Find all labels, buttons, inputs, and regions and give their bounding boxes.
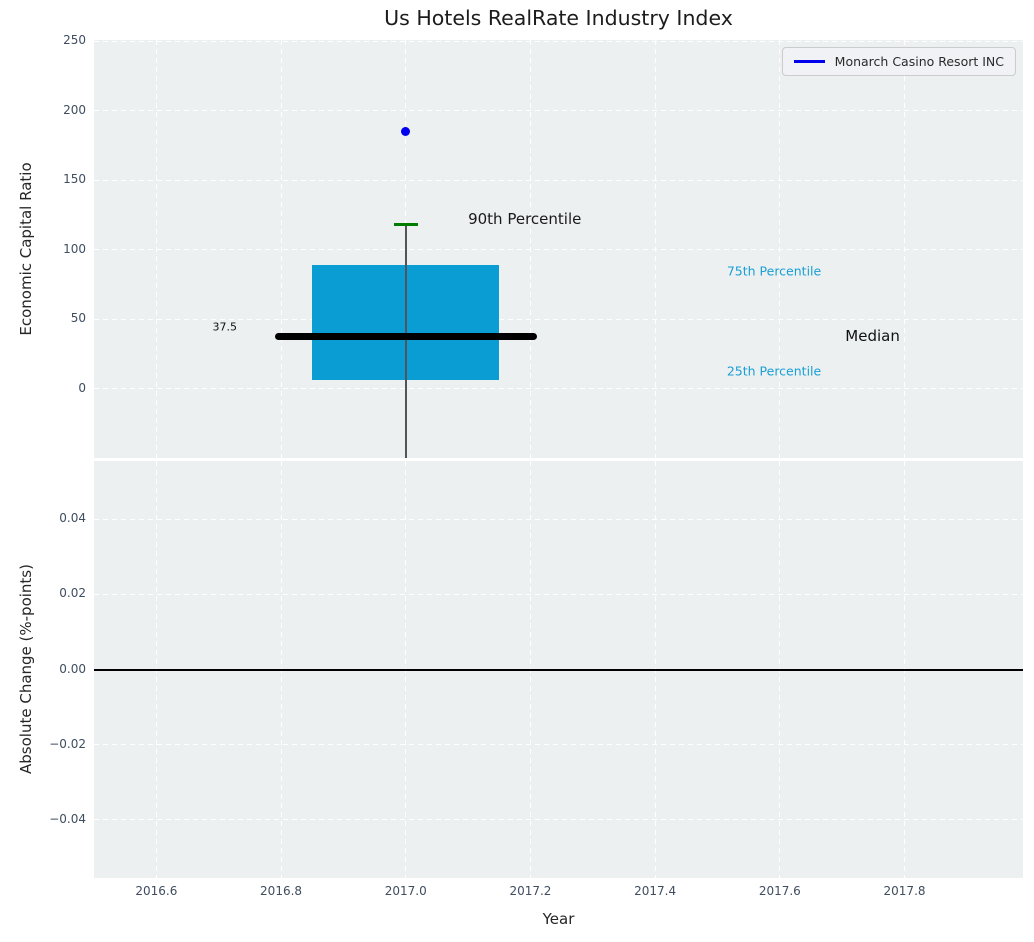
horizontal-gridline	[94, 249, 1023, 251]
annotation-text: 90th Percentile	[468, 210, 582, 229]
x-tick-label: 2017.4	[634, 884, 677, 898]
annotation-text: 37.5	[212, 320, 237, 334]
top-axes-economic-capital-ratio: Monarch Casino Resort INC	[94, 40, 1023, 458]
horizontal-gridline	[94, 388, 1023, 390]
legend-label: Monarch Casino Resort INC	[834, 54, 1004, 69]
x-axis-label: Year	[542, 910, 575, 928]
legend: Monarch Casino Resort INC	[781, 47, 1016, 76]
boxplot-median-line	[274, 332, 537, 340]
boxplot-90th-percentile-cap	[393, 222, 418, 227]
bottom-y-tick-label: −0.02	[49, 736, 86, 751]
x-tick-label: 2017.2	[509, 884, 552, 898]
horizontal-gridline	[94, 110, 1023, 112]
annotation-text: Median	[845, 327, 900, 346]
top-y-tick-label: 250	[63, 33, 86, 48]
x-tick-label: 2016.6	[135, 884, 178, 898]
top-y-tick-label: 50	[70, 311, 86, 326]
chart-title: Us Hotels RealRate Industry Index	[384, 6, 733, 30]
figure: Us Hotels RealRate Industry Index Monarc…	[0, 0, 1034, 942]
horizontal-gridline	[94, 744, 1023, 746]
boxplot-whisker	[404, 224, 407, 458]
top-y-tick-label: 100	[63, 241, 86, 256]
horizontal-gridline	[94, 593, 1023, 595]
x-tick-label: 2017.6	[758, 884, 801, 898]
bottom-y-tick-label: 0.00	[59, 661, 86, 676]
horizontal-gridline	[94, 318, 1023, 320]
horizontal-gridline	[94, 40, 1023, 42]
bottom-y-tick-label: 0.02	[59, 586, 86, 601]
horizontal-gridline	[94, 518, 1023, 520]
zero-line	[94, 668, 1023, 671]
bottom-axes-absolute-change	[94, 461, 1023, 878]
bottom-y-tick-label: −0.04	[49, 811, 86, 826]
horizontal-gridline	[94, 179, 1023, 181]
top-y-tick-label: 150	[63, 172, 86, 187]
annotation-text: 75th Percentile	[726, 263, 822, 279]
bottom-y-tick-label: 0.04	[59, 511, 86, 526]
x-tick-label: 2017.8	[883, 884, 926, 898]
annotation-text: 25th Percentile	[726, 363, 822, 378]
top-y-tick-label: 200	[63, 102, 86, 117]
x-tick-label: 2017.0	[384, 884, 427, 898]
top-y-tick-label: 0	[78, 380, 86, 395]
x-tick-label: 2016.8	[260, 884, 303, 898]
legend-line-sample	[793, 60, 825, 63]
company-data-point	[401, 127, 411, 137]
horizontal-gridline	[94, 819, 1023, 821]
